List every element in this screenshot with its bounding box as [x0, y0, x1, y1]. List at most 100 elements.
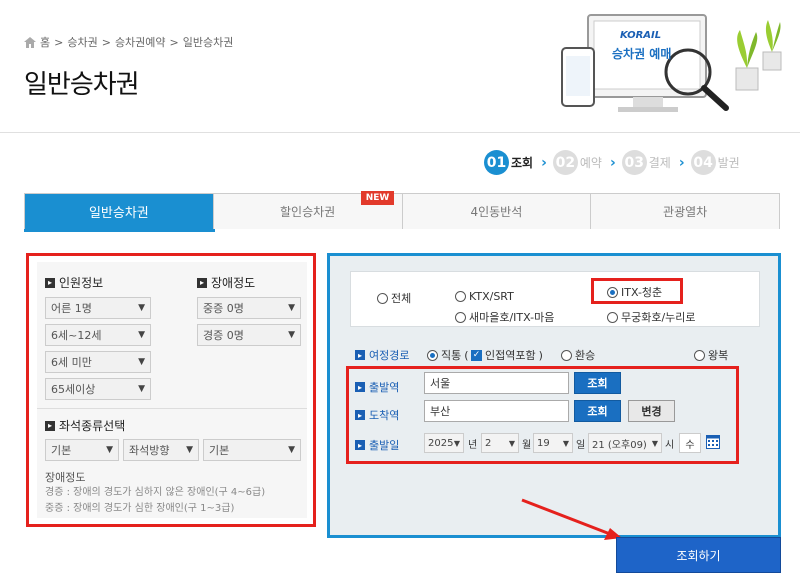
arrival-station-input[interactable]: 부산	[424, 400, 569, 422]
seat-type-select[interactable]: 기본 ▼	[45, 439, 119, 461]
departure-search-button[interactable]: 조회	[574, 372, 621, 394]
tab-four-person-seat[interactable]: 4인동반석	[401, 194, 591, 229]
breadcrumb-home[interactable]: 홈	[40, 34, 50, 50]
swap-stations-button[interactable]: 변경	[628, 400, 675, 422]
chevron-right-icon: ›	[541, 154, 547, 171]
page-title: 일반승차권	[24, 70, 140, 100]
step-issue: 04 발권	[690, 150, 740, 175]
disability-note-mild: 경증 : 장애의 경도가 심하지 않은 장애인(구 4~6급)	[45, 487, 266, 498]
radio-selected-icon	[607, 286, 618, 298]
chevron-right-icon: ▸	[197, 277, 207, 288]
header-illustration: KORAIL 승차권 예매	[548, 10, 788, 125]
chevron-right-icon: ▸	[45, 420, 55, 431]
monitor-illustration	[561, 14, 782, 112]
paren-close: )	[538, 348, 543, 362]
month-unit: 월	[522, 440, 532, 451]
senior-count-select[interactable]: 65세이상 ▼	[45, 378, 151, 400]
departure-label: ▸ 출발역	[355, 379, 399, 395]
train-type-box: 전체 KTX/SRT 새마을호/ITX-마음 ITX-청춘 무궁화호/누리로	[350, 271, 760, 327]
chevron-down-icon: ▼	[186, 445, 193, 455]
step-reserve: 02 예약 ›	[552, 150, 616, 175]
day-unit: 일	[576, 440, 586, 451]
year-select[interactable]: 2025 ▼	[424, 433, 464, 453]
chevron-right-icon: ▸	[355, 410, 365, 420]
train-type-saemaeul-radio[interactable]: 새마을호/ITX-마음	[455, 309, 554, 325]
ticket-tabs: 일반승차권 할인승차권 NEW 4인동반석 관광열차	[24, 191, 780, 229]
new-badge: NEW	[360, 191, 395, 205]
breadcrumb: 홈 > 승차권 > 승차권예약 > 일반승차권	[24, 34, 233, 50]
chevron-down-icon: ▼	[288, 445, 295, 455]
year-unit: 년	[468, 440, 478, 451]
radio-icon	[455, 291, 466, 302]
disability-note-title: 장애정도	[45, 471, 86, 484]
adult-count-select[interactable]: 어른 1명 ▼	[45, 297, 151, 319]
step-payment: 03 결제 ›	[621, 150, 685, 175]
calendar-icon[interactable]	[706, 435, 720, 449]
severe-disability-select[interactable]: 중증 0명 ▼	[197, 297, 301, 319]
chevron-down-icon: ▼	[138, 330, 145, 340]
month-select[interactable]: 2 ▼	[481, 433, 519, 453]
breadcrumb-item[interactable]: 승차권	[67, 34, 97, 50]
radio-icon	[377, 292, 388, 304]
step-search: 01 조회 ›	[484, 150, 547, 175]
korail-logo: KORAIL	[620, 30, 662, 41]
train-type-mugunghwa-radio[interactable]: 무궁화호/누리로	[607, 309, 696, 325]
chevron-right-icon: ▸	[355, 440, 365, 450]
radio-icon	[561, 349, 572, 361]
home-icon[interactable]	[24, 36, 36, 48]
train-type-itx-cheongchun-radio[interactable]: ITX-청춘	[607, 284, 662, 300]
hour-select[interactable]: 21 (오후09) ▼	[588, 433, 662, 453]
route-direct-radio[interactable]: 직통(	[427, 347, 469, 363]
round-trip-radio[interactable]: 왕복	[694, 347, 728, 363]
mild-disability-select[interactable]: 경증 0명 ▼	[197, 324, 301, 346]
arrival-search-button[interactable]: 조회	[574, 400, 621, 422]
tab-discount-ticket[interactable]: 할인승차권 NEW	[212, 191, 402, 229]
child-count-select[interactable]: 6세~12세 ▼	[45, 324, 151, 346]
chevron-down-icon: ▼	[288, 330, 295, 340]
radio-icon	[694, 349, 705, 361]
search-submit-button[interactable]: 조회하기	[616, 537, 781, 573]
radio-selected-icon	[427, 349, 438, 361]
breadcrumb-separator: >	[169, 35, 179, 49]
radio-icon	[607, 311, 618, 323]
tab-label: 할인승차권	[280, 205, 336, 219]
chevron-down-icon: ▼	[138, 303, 145, 313]
chevron-down-icon: ▼	[508, 438, 515, 448]
seat-type-title: ▸ 좌석종류선택	[45, 417, 125, 434]
include-nearby-checkbox[interactable]: ✓ 인접역포함)	[471, 347, 543, 363]
tab-general-ticket[interactable]: 일반승차권	[25, 194, 213, 229]
arrow-indicator-icon	[521, 498, 622, 540]
tab-tourist-train[interactable]: 관광열차	[590, 194, 779, 229]
hour-unit: 시	[665, 440, 675, 451]
chevron-right-icon: ›	[609, 154, 616, 171]
train-type-ktx-radio[interactable]: KTX/SRT	[455, 290, 514, 303]
route-label: ▸ 여정경로	[355, 347, 409, 363]
disability-note-severe: 중증 : 장애의 경도가 심한 장애인(구 1~3급)	[45, 503, 235, 514]
breadcrumb-separator: >	[54, 35, 64, 49]
step-indicator: 01 조회 › 02 예약 › 03 결제 › 04 발권	[484, 150, 740, 175]
route-transfer-radio[interactable]: 환승	[561, 347, 595, 363]
chevron-down-icon: ▼	[288, 303, 295, 313]
header-divider	[0, 132, 800, 133]
chevron-down-icon: ▼	[138, 357, 145, 367]
departure-date-label: ▸ 출발일	[355, 437, 399, 453]
paren-open: (	[464, 348, 469, 362]
breadcrumb-separator: >	[101, 35, 111, 49]
train-type-all-radio[interactable]: 전체	[377, 290, 411, 306]
chevron-down-icon: ▼	[453, 438, 460, 448]
passenger-info-title: ▸ 인원정보	[45, 274, 103, 291]
seat-position-select[interactable]: 기본 ▼	[203, 439, 301, 461]
infant-count-select[interactable]: 6세 미만 ▼	[45, 351, 151, 373]
chevron-right-icon: ▸	[355, 350, 365, 360]
seat-direction-select[interactable]: 좌석방향 ▼	[123, 439, 199, 461]
disability-title: ▸ 장애정도	[197, 274, 255, 291]
weekday-display: 수	[679, 433, 701, 453]
chevron-right-icon: ▸	[355, 382, 365, 392]
chevron-right-icon: ›	[678, 154, 685, 171]
day-select[interactable]: 19 ▼	[533, 433, 573, 453]
arrival-label: ▸ 도착역	[355, 407, 399, 423]
chevron-right-icon: ▸	[45, 277, 55, 288]
chevron-down-icon: ▼	[138, 384, 145, 394]
departure-station-input[interactable]: 서울	[424, 372, 569, 394]
breadcrumb-item[interactable]: 승차권예약	[115, 34, 166, 50]
